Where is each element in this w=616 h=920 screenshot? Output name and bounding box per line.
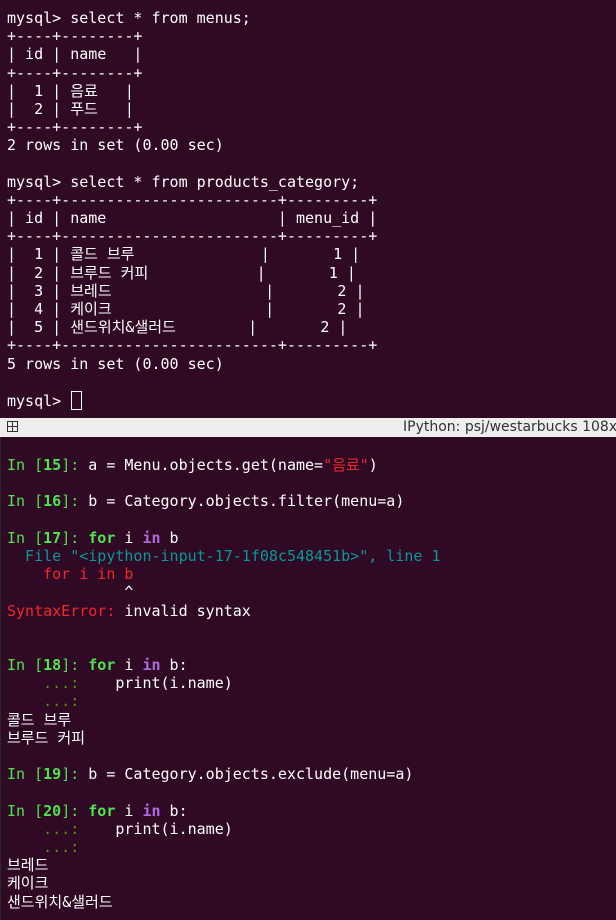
mysql-terminal-output: mysql> select * from menus; +----+-------… bbox=[7, 9, 378, 410]
ipython-input-line: In [15]: a = Menu.objects.get(name="음료") bbox=[7, 456, 378, 474]
table-border: +----+------------------------+---------… bbox=[7, 227, 378, 246]
ipython-input-line: In [16]: b = Category.objects.filter(men… bbox=[7, 492, 405, 511]
table-border: +----+--------+ bbox=[7, 118, 143, 137]
syntax-error-line: SyntaxError: invalid syntax bbox=[7, 601, 251, 620]
continuation-line: ...: bbox=[43, 692, 80, 711]
table-header: | id | name | bbox=[7, 45, 143, 64]
table-row: | 3 | 브레드 | 2 | bbox=[7, 281, 365, 300]
terminal-line: mysql> select * from menus; bbox=[7, 9, 251, 27]
table-border: +----+--------+ bbox=[7, 63, 143, 82]
ipython-input-line: In [20]: for i in b: bbox=[7, 801, 188, 820]
output-line: 샌드위치&샐러드 bbox=[7, 892, 113, 911]
table-border: +----+--------+ bbox=[7, 27, 143, 46]
traceback-code-line: for i in b bbox=[7, 565, 134, 584]
traceback-file-line: File "<ipython-input-17-1f08c548451b>", … bbox=[7, 546, 441, 565]
terminal-line: mysql> select * from products_category; bbox=[7, 172, 360, 191]
table-row: | 2 | 푸드 | bbox=[7, 99, 134, 118]
result-summary: 5 rows in set (0.00 sec) bbox=[7, 354, 224, 373]
pane-title: IPython: psj/westarbucks 108x28 bbox=[403, 419, 616, 435]
table-row: | 2 | 브루드 커피 | 1 | bbox=[7, 263, 356, 282]
mysql-prompt: mysql> bbox=[7, 391, 71, 410]
split-pane-icon[interactable] bbox=[7, 421, 18, 432]
output-line: 브레드 bbox=[7, 856, 49, 875]
ipython-output: In [15]: a = Menu.objects.get(name="음료")… bbox=[7, 456, 440, 911]
ipython-input-line: In [19]: b = Category.objects.exclude(me… bbox=[7, 765, 414, 784]
ipython-input-line: In [18]: for i in b: bbox=[7, 656, 188, 675]
continuation-line: ...: print(i.name) bbox=[43, 819, 233, 838]
text-cursor bbox=[71, 390, 83, 410]
continuation-line: ...: print(i.name) bbox=[43, 674, 233, 693]
ipython-input-line: In [17]: for i in b bbox=[7, 528, 179, 547]
table-row: | 4 | 케이크 | 2 | bbox=[7, 300, 365, 318]
output-line: 브루드 커피 bbox=[7, 728, 86, 747]
table-row: | 5 | 샌드위치&샐러드 | 2 | bbox=[7, 318, 348, 337]
mysql-prompt-line[interactable]: mysql> bbox=[7, 390, 377, 410]
continuation-line: ...: bbox=[43, 837, 80, 856]
table-row: | 1 | 콜드 브루 | 1 | bbox=[7, 245, 361, 264]
pane-title-bar[interactable]: IPython: psj/westarbucks 108x28 bbox=[0, 418, 616, 438]
output-line: 콜드 브루 bbox=[7, 710, 72, 729]
table-header: | id | name | menu_id | bbox=[7, 209, 378, 228]
result-summary: 2 rows in set (0.00 sec) bbox=[7, 136, 224, 155]
traceback-caret: ^ bbox=[7, 583, 134, 602]
table-border: +----+------------------------+---------… bbox=[7, 190, 378, 209]
output-line: 케이크 bbox=[7, 874, 49, 893]
table-border: +----+------------------------+---------… bbox=[7, 336, 378, 355]
table-row: | 1 | 음료 | bbox=[7, 81, 134, 100]
